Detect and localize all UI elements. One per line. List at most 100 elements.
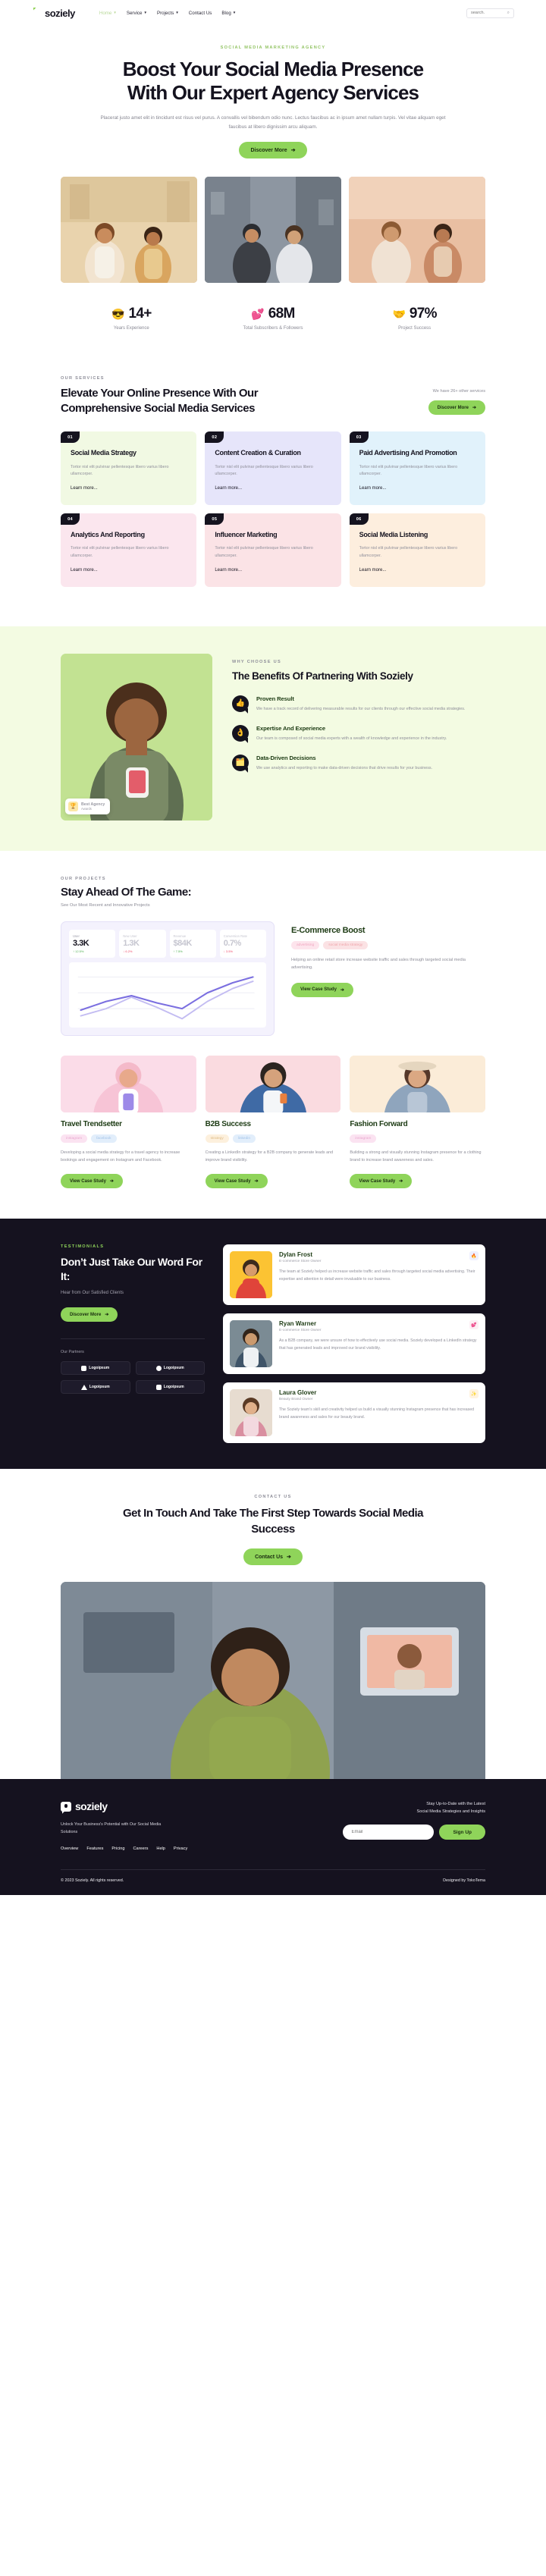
project-cta-row: View Case Study ➔ (61, 1172, 196, 1189)
project-card[interactable]: Fashion Forward instagram Building a str… (350, 1055, 485, 1189)
testimonial-header: Ryan Warner E-commerce Store Owner 💕 (279, 1320, 479, 1332)
services-section: OUR SERVICES Elevate Your Online Presenc… (61, 331, 485, 587)
newsletter-line1: Stay Up-to-Date with the Latest (426, 1802, 485, 1807)
footer-row: soziely Unlock Your Business's Potential… (61, 1800, 485, 1851)
service-description: Tortor nisl elit pulvinar pellentesque l… (71, 464, 169, 477)
footer-link-features[interactable]: Features (86, 1846, 103, 1851)
service-card[interactable]: 02 Content Creation & Curation Tortor ni… (205, 431, 341, 506)
partners-grid: Logoipsum Logoipsum Logoipsum Logoipsum (61, 1361, 205, 1395)
footer-link-careers[interactable]: Careers (133, 1846, 149, 1851)
avatar-illustration (230, 1320, 272, 1388)
kpi-value: 0.7% (223, 938, 242, 948)
footer-link-overview[interactable]: Overview (61, 1846, 78, 1851)
project-tag: facebook (91, 1134, 117, 1143)
landing-page: soziely Home ▼ Service ▼ Projects ▼ Cont… (0, 0, 546, 1896)
partner-logo: Logoipsum (135, 1361, 205, 1376)
kpi-label: Revenue (173, 933, 187, 938)
project-image (205, 1055, 341, 1112)
sign-up-button[interactable]: Sign Up (439, 1825, 485, 1840)
search-box[interactable]: ⌕ (466, 8, 514, 18)
sunglasses-face-icon: 😎 (111, 308, 125, 321)
project-view-case-study-button[interactable]: View Case Study ➔ (61, 1174, 123, 1189)
service-learn-more-link[interactable]: Learn more... (359, 568, 387, 573)
email-field[interactable] (343, 1825, 435, 1840)
stat-value-row: 😎 14+ (61, 306, 202, 322)
project-image (350, 1055, 485, 1112)
footer-brand[interactable]: soziely (61, 1800, 296, 1812)
nav-item-service[interactable]: Service ▼ (127, 11, 147, 16)
partner-name: Logoipsum (89, 1366, 110, 1371)
projects-eyebrow: OUR PROJECTS (61, 876, 106, 881)
project-view-case-study-button[interactable]: View Case Study ➔ (205, 1174, 268, 1189)
footer-bottom: © 2023 Soziely. All rights reserved. Des… (61, 1878, 485, 1883)
nav-item-projects-label: Projects (156, 10, 174, 16)
nav-item-home[interactable]: Home ▼ (99, 11, 117, 16)
nav-item-blog[interactable]: Blog ▼ (221, 11, 236, 16)
service-learn-more-link[interactable]: Learn more... (71, 486, 98, 491)
benefit-title: Data-Driven Decisions (256, 754, 316, 761)
arrow-right-icon: ➔ (290, 148, 296, 154)
stat-value: 14+ (128, 306, 152, 322)
avatar (230, 1320, 272, 1388)
service-title: Influencer Marketing (215, 531, 278, 539)
project-tag: linkedin (232, 1134, 256, 1143)
service-card[interactable]: 05 Influencer Marketing Tortor nisl elit… (205, 513, 341, 587)
brand-logo[interactable]: soziely (32, 8, 75, 19)
benefits-section: 🏆 Best Agency Awards WHY CHOOSE US The B… (0, 626, 546, 851)
hero-cta-row: Discover More ➔ (0, 142, 546, 159)
kpi-label: Conversion Rate (223, 933, 247, 938)
testimonial-name: Ryan Warner (279, 1320, 317, 1328)
kpi-card: New User 1.3K ↓ 6.2% (119, 929, 166, 958)
kpi-row: User 3.3K ↑ 12.5% New User 1.3K ↓ 6.2% R… (69, 929, 266, 958)
footer-link-help[interactable]: Help (156, 1846, 165, 1851)
arrow-right-icon: ➔ (287, 1555, 291, 1561)
stats-row: 😎 14+ Years Experience 💕 68M Total Subsc… (61, 306, 485, 331)
nav-item-contact-us[interactable]: Contact Us (189, 11, 212, 16)
search-input[interactable] (471, 11, 507, 15)
project-view-case-study-button[interactable]: View Case Study ➔ (350, 1174, 413, 1189)
partners-label: Our Partners (61, 1350, 84, 1355)
hearts-icon: 💕 (469, 1320, 479, 1330)
hero-discover-more-button[interactable]: Discover More ➔ (239, 142, 307, 159)
footer-brand-name: soziely (75, 1800, 108, 1813)
project-tags: instagram facebook (61, 1134, 196, 1143)
testimonials-cta-row: Discover More ➔ (61, 1306, 205, 1323)
service-card[interactable]: 06 Social Media Listening Tortor nisl el… (349, 513, 485, 587)
search-icon[interactable]: ⌕ (507, 11, 510, 16)
testimonial-card: Ryan Warner E-commerce Store Owner 💕 As … (223, 1313, 485, 1388)
project-card[interactable]: B2B Success strategy linkedin Creating a… (205, 1055, 341, 1189)
contact-us-button[interactable]: Contact Us ➔ (243, 1548, 303, 1566)
kpi-value: 1.3K (123, 938, 140, 948)
featured-view-case-study-button[interactable]: View Case Study ➔ (291, 982, 353, 997)
service-learn-more-link[interactable]: Learn more... (215, 568, 242, 573)
service-description: Tortor nisl elit pulvinar pellentesque l… (71, 546, 169, 558)
nav-item-projects[interactable]: Projects ▼ (157, 11, 179, 16)
service-number: 01 (61, 431, 80, 444)
arrow-right-icon: ➔ (399, 1179, 403, 1184)
service-learn-more-link[interactable]: Learn more... (359, 486, 387, 491)
testimonial-quote: As a B2B company, we were unsure of how … (279, 1338, 477, 1351)
chevron-down-icon: ▼ (113, 10, 117, 14)
project-card[interactable]: Travel Trendsetter instagram facebook De… (61, 1055, 196, 1189)
testimonial-name: Laura Glover (279, 1389, 317, 1397)
testimonial-role: E-commerce Store Owner (279, 1260, 322, 1264)
featured-project-title: E-Commerce Boost (291, 925, 366, 935)
service-learn-more-link[interactable]: Learn more... (71, 568, 98, 573)
services-discover-more-button[interactable]: Discover More ➔ (428, 400, 485, 416)
benefits-row: 🏆 Best Agency Awards WHY CHOOSE US The B… (61, 653, 485, 820)
footer-link-pricing[interactable]: Pricing (111, 1846, 124, 1851)
stat-item: 😎 14+ Years Experience (61, 306, 202, 331)
service-learn-more-link[interactable]: Learn more... (215, 486, 242, 491)
footer: soziely Unlock Your Business's Potential… (0, 1779, 546, 1896)
testimonials-eyebrow: TESTIMONIALS (61, 1244, 105, 1250)
chevron-down-icon: ▼ (232, 10, 237, 14)
project-cta-label: View Case Study (359, 1178, 396, 1184)
service-card[interactable]: 03 Paid Advertising And Promotion Tortor… (349, 431, 485, 506)
service-card[interactable]: 04 Analytics And Reporting Tortor nisl e… (61, 513, 197, 587)
testimonials-discover-more-button[interactable]: Discover More ➔ (61, 1307, 118, 1323)
nav-item-service-label: Service (126, 10, 143, 16)
chevron-down-icon: ▼ (143, 10, 147, 14)
service-card[interactable]: 01 Social Media Strategy Tortor nisl eli… (61, 431, 197, 506)
newsletter-text: Stay Up-to-Date with the Latest Social M… (296, 1800, 485, 1815)
footer-link-privacy[interactable]: Privacy (174, 1846, 187, 1851)
